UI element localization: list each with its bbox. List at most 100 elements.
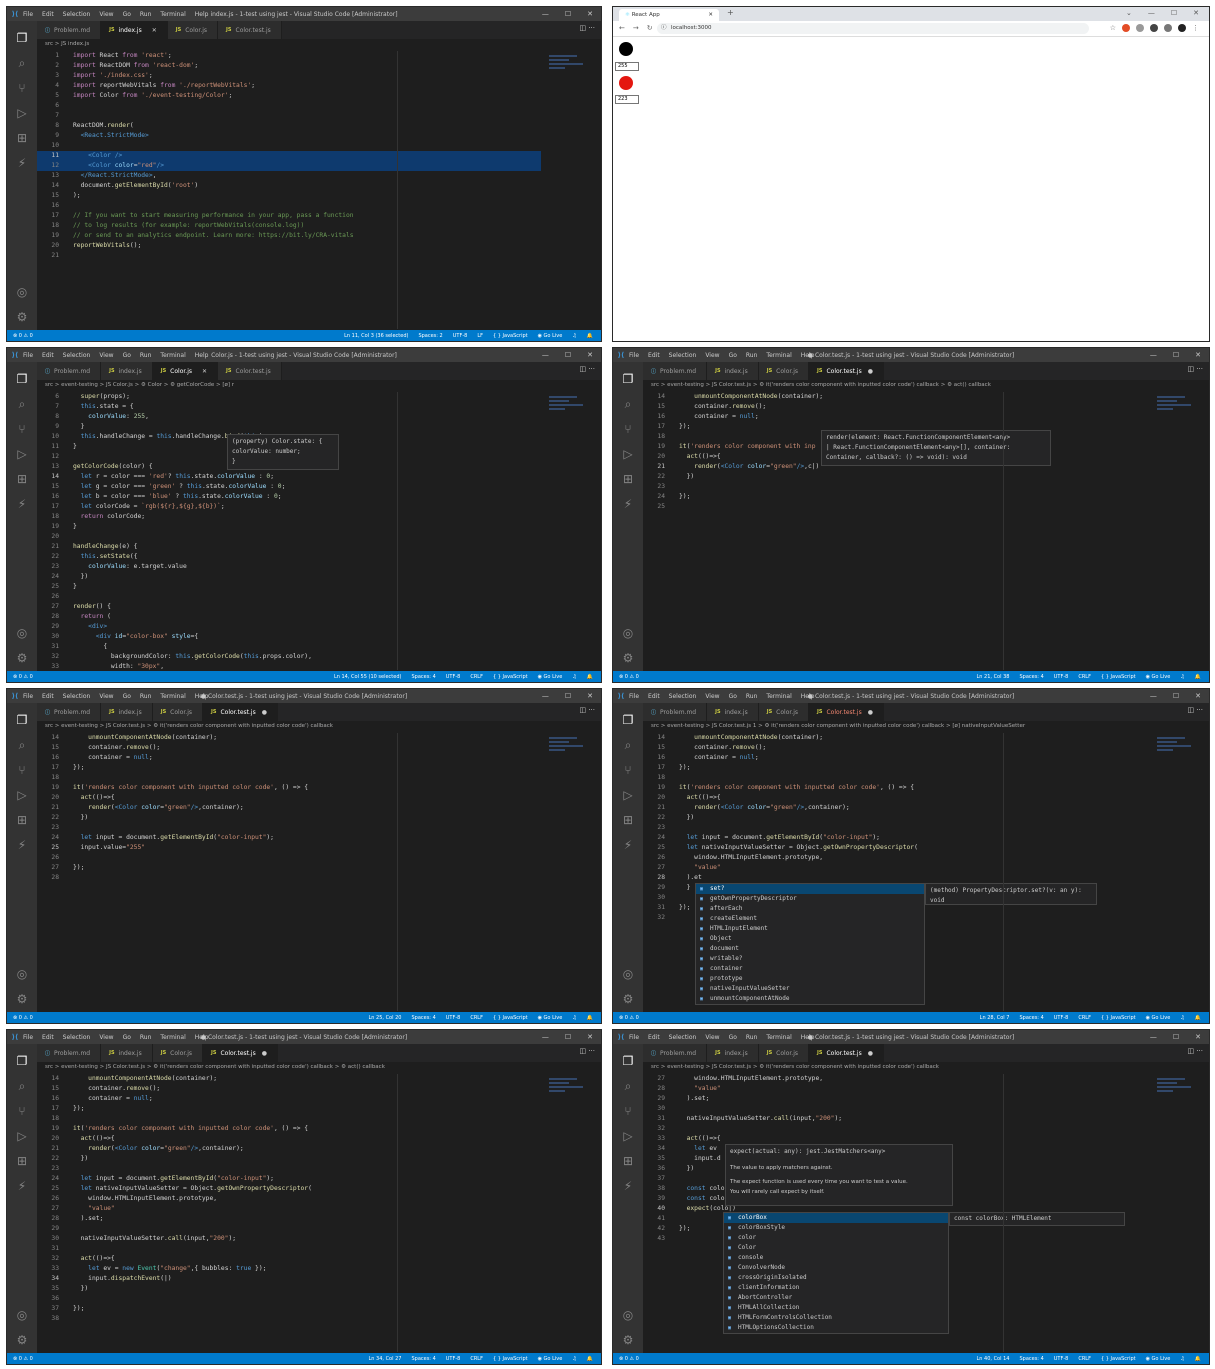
forward-icon[interactable]: → <box>633 24 639 32</box>
code-line[interactable]: 12 <Color color="red"/> <box>37 161 541 171</box>
maximize-icon[interactable]: ☐ <box>565 1033 571 1041</box>
code-line[interactable]: 2 import ReactDOM from 'react-dom'; <box>37 61 541 71</box>
code-line[interactable]: 7 this.state = { <box>37 402 541 412</box>
files-icon[interactable]: ❐ <box>619 370 637 388</box>
status-item[interactable]: ◉ Go Live <box>538 674 563 680</box>
close-tab-icon[interactable]: ✕ <box>152 27 157 34</box>
source-control-icon[interactable]: ⑂ <box>619 1102 637 1120</box>
status-item[interactable]: Ln 40, Col 14 <box>976 1356 1009 1362</box>
maximize-icon[interactable]: ☐ <box>1173 1033 1179 1041</box>
code-line[interactable]: 20 act(()=>{ <box>37 793 541 803</box>
status-item[interactable]: Spaces: 4 <box>411 674 435 680</box>
tab-index[interactable]: JS index.js <box>707 362 759 380</box>
code-line[interactable]: 24 }) <box>37 572 541 582</box>
code-line[interactable]: 27}); <box>37 863 541 873</box>
code-line[interactable]: 8 ReactDOM.render( <box>37 121 541 131</box>
account-icon[interactable]: ◎ <box>619 624 637 642</box>
code-line[interactable]: 22 }) <box>37 1154 541 1164</box>
code-line[interactable]: 25 let nativeInputValueSetter = Object.g… <box>643 843 1149 853</box>
status-item[interactable]: CRLF <box>1078 1356 1091 1362</box>
code-line[interactable]: 14 let r = color === 'red'? this.state.c… <box>37 472 541 482</box>
window-controls[interactable]: — ☐ ✕ <box>542 1030 593 1044</box>
status-item[interactable]: ♫ <box>1180 1015 1184 1021</box>
status-item[interactable]: ♫ <box>1180 674 1184 680</box>
source-control-icon[interactable]: ⑂ <box>619 420 637 438</box>
status-item[interactable]: ♫ <box>1180 1356 1184 1362</box>
suggest-widget[interactable]: ▣ colorBox ▣ colorBoxStyle ▣ color ▣ Color ▣ cons… <box>723 1212 949 1334</box>
gear-icon[interactable]: ⚙ <box>13 990 31 1008</box>
code-line[interactable]: 26 <box>37 592 541 602</box>
code-line[interactable]: 29 ).set; <box>643 1094 1149 1104</box>
star-icon[interactable]: ☆ <box>1110 24 1116 32</box>
code-line[interactable]: 19 it('renders color component with input… <box>37 1124 541 1134</box>
files-icon[interactable]: ❐ <box>13 370 31 388</box>
code-line[interactable]: 27 render() { <box>37 602 541 612</box>
code-line[interactable]: 20 <box>37 532 541 542</box>
account-icon[interactable]: ◎ <box>619 965 637 983</box>
status-item[interactable]: Ln 28, Col 7 <box>980 1015 1010 1021</box>
tab-index[interactable]: JS index.js <box>707 703 759 721</box>
extensions-icon[interactable]: ⊞ <box>619 470 637 488</box>
split-editor-icon[interactable]: ◫ ··· <box>579 365 595 373</box>
minimize-icon[interactable]: — <box>542 1033 549 1041</box>
code-line[interactable]: 21 <box>37 251 541 261</box>
tab-color[interactable]: JS Color.js <box>758 1044 809 1062</box>
status-item[interactable]: UTF-8 <box>446 1015 461 1021</box>
split-editor-icon[interactable]: ◫ ··· <box>1187 1047 1203 1055</box>
suggest-item[interactable]: ▣ HTMLInputElement <box>696 924 924 934</box>
tab-color[interactable]: JS Color.js <box>152 1044 203 1062</box>
status-item[interactable]: { } JavaScript <box>1101 1015 1136 1021</box>
suggest-item[interactable]: ▣ HTMLFormControlsCollection <box>724 1313 948 1323</box>
status-item[interactable]: Spaces: 4 <box>1019 1015 1043 1021</box>
code-line[interactable]: 30 <box>643 1104 1149 1114</box>
code-line[interactable]: 16 container = null; <box>643 412 1149 422</box>
code-line[interactable]: 38 <box>37 1314 541 1324</box>
tab-color[interactable]: JS Color.js <box>758 362 809 380</box>
status-item[interactable]: 🔔 <box>587 1356 593 1362</box>
suggest-widget[interactable]: ▣ set? ▣ getOwnPropertyDescriptor ▣ afterEach… <box>695 883 925 1005</box>
source-control-icon[interactable]: ⑂ <box>13 761 31 779</box>
code-line[interactable]: 19} <box>37 522 541 532</box>
minimize-icon[interactable]: — <box>1150 692 1157 700</box>
status-item[interactable]: Ln 21, Col 38 <box>976 674 1009 680</box>
suggest-item[interactable]: ▣ createElement <box>696 914 924 924</box>
run-debug-icon[interactable]: ▷ <box>13 445 31 463</box>
code-line[interactable]: 23 <box>37 823 541 833</box>
gear-icon[interactable]: ⚙ <box>13 649 31 667</box>
code-line[interactable]: 27 "value" <box>643 863 1149 873</box>
extension-icon[interactable] <box>1122 24 1130 32</box>
code-line[interactable]: 16 container = null; <box>37 753 541 763</box>
close-icon[interactable]: ✕ <box>587 1033 593 1041</box>
files-icon[interactable]: ❐ <box>13 1052 31 1070</box>
gear-icon[interactable]: ⚙ <box>619 649 637 667</box>
close-icon[interactable]: ✕ <box>1195 1033 1201 1041</box>
browser-tab[interactable]: ⚛ React App ✕ <box>619 9 719 21</box>
code-line[interactable]: 5 import Color from './event-testing/Colo… <box>37 91 541 101</box>
code-line[interactable]: 31 { <box>37 642 541 652</box>
code-line[interactable]: 22 }) <box>643 472 1149 482</box>
suggest-item[interactable]: ▣ colorBoxStyle <box>724 1223 948 1233</box>
maximize-icon[interactable]: ☐ <box>1171 9 1177 17</box>
minimap[interactable] <box>549 735 589 775</box>
breadcrumb[interactable]: src > JS index.js <box>37 39 601 50</box>
extensions-icon[interactable]: ⊞ <box>13 1152 31 1170</box>
code-line[interactable]: 26 <box>37 853 541 863</box>
code-line[interactable]: 24 let input = document.getElementById("… <box>643 833 1149 843</box>
code-editor[interactable]: 14 unmountComponentAtNode(container); 15 … <box>37 733 541 1011</box>
close-icon[interactable]: ✕ <box>587 351 593 359</box>
run-debug-icon[interactable]: ▷ <box>13 1127 31 1145</box>
window-controls[interactable]: — ☐ ✕ <box>1150 348 1201 362</box>
tab-colortest[interactable]: JS Color.test.js ● <box>809 703 884 721</box>
gear-icon[interactable]: ⚙ <box>13 1331 31 1349</box>
chevron-down-icon[interactable]: ⌄ <box>1126 9 1132 17</box>
tab-index[interactable]: JS index.js <box>101 362 153 380</box>
problems-indicator[interactable]: ⊗ 0 ⚠ 0 <box>13 674 33 680</box>
color-input[interactable]: 223 <box>615 95 639 104</box>
color-input[interactable]: 255 <box>615 62 639 71</box>
code-line[interactable]: 22 this.setState({ <box>37 552 541 562</box>
tab-colortest[interactable]: JS Color.test.js ● <box>809 1044 884 1062</box>
code-line[interactable]: 25 let nativeInputValueSetter = Object.g… <box>37 1184 541 1194</box>
status-item[interactable]: UTF-8 <box>453 333 468 339</box>
status-item[interactable]: CRLF <box>470 1356 483 1362</box>
code-line[interactable]: 15 container.remove(); <box>643 743 1149 753</box>
